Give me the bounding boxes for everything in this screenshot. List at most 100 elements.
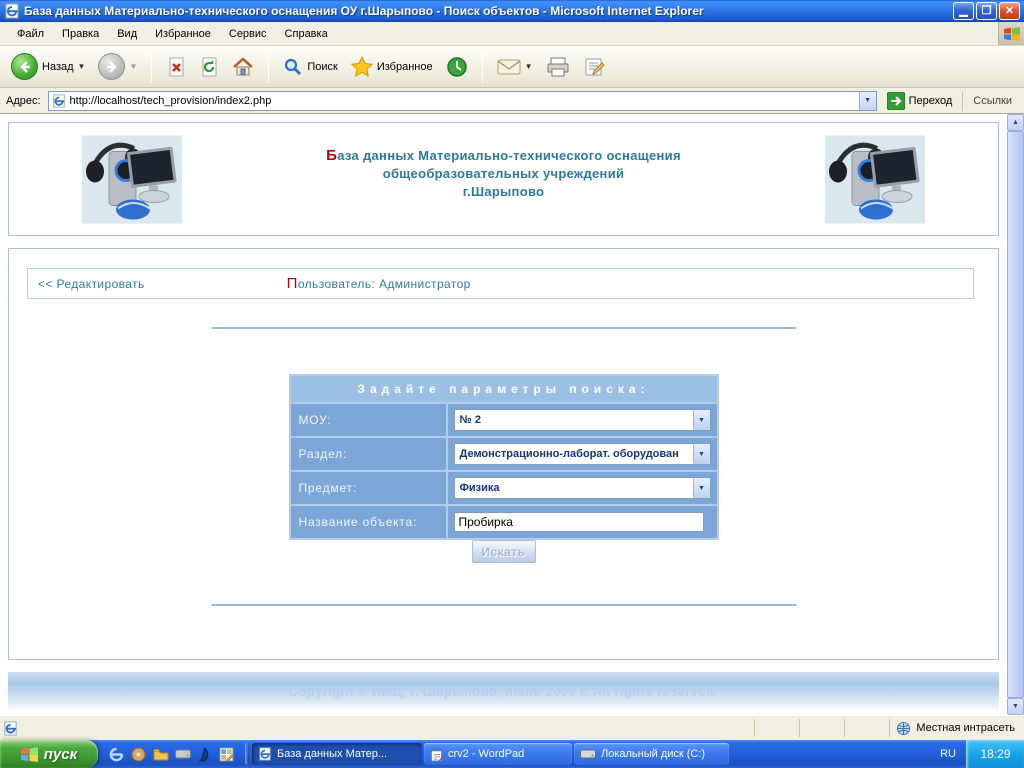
page-icon	[52, 94, 66, 108]
menu-bar: Файл Правка Вид Избранное Сервис Справка	[0, 22, 1024, 46]
razdel-label: Раздел:	[291, 438, 446, 470]
start-label: пуск	[44, 746, 77, 763]
scrollbar-thumb[interactable]	[1007, 131, 1024, 698]
history-icon	[446, 56, 468, 78]
object-name-label: Название объекта:	[291, 506, 446, 538]
page-title-line1: аза данных Материально-технического осна…	[337, 148, 681, 163]
media-cd-icon[interactable]	[130, 746, 147, 763]
chevron-down-icon[interactable]	[693, 478, 710, 498]
app-swoosh-icon[interactable]	[196, 746, 213, 763]
back-dropdown-icon[interactable]: ▼	[78, 62, 86, 71]
search-label: Поиск	[307, 61, 337, 73]
address-input[interactable]: http://localhost/tech_provision/index2.p…	[48, 91, 877, 111]
windows-logo-icon	[998, 22, 1024, 45]
stop-button[interactable]	[163, 54, 189, 80]
back-button[interactable]: Назад ▼	[8, 51, 88, 82]
close-button[interactable]: ✕	[999, 2, 1020, 20]
print-icon	[546, 56, 570, 78]
security-zone-label: Местная интрасеть	[916, 722, 1015, 734]
back-label: Назад	[42, 61, 74, 73]
toolbar-separator	[151, 52, 152, 82]
system-tray: RU 18:29	[930, 740, 1024, 768]
menu-view[interactable]: Вид	[108, 24, 146, 44]
mail-dropdown-icon[interactable]: ▼	[525, 62, 533, 71]
chevron-down-icon[interactable]	[693, 444, 710, 464]
php-editor-icon[interactable]	[218, 746, 235, 763]
windows-flag-icon	[21, 747, 38, 762]
folder-icon[interactable]	[152, 746, 169, 763]
menu-file[interactable]: Файл	[8, 24, 53, 44]
search-form: Задайте параметры поиска: МОУ: № 2 Разде…	[289, 374, 719, 540]
restore-button[interactable]: ❐	[976, 2, 997, 20]
page-title-line3: г.Шарыпово	[463, 184, 545, 199]
go-icon	[887, 92, 905, 110]
status-pane	[754, 719, 799, 737]
menu-help[interactable]: Справка	[276, 24, 337, 44]
forward-button[interactable]: ▼	[95, 51, 140, 82]
refresh-button[interactable]	[196, 54, 222, 80]
favorites-star-icon	[351, 56, 373, 77]
address-label: Адрес:	[4, 95, 43, 107]
language-indicator[interactable]: RU	[930, 748, 966, 760]
search-button[interactable]: Поиск	[280, 55, 340, 79]
forward-dropdown-icon: ▼	[129, 62, 137, 71]
home-icon	[232, 56, 254, 78]
go-button[interactable]: Переход	[882, 91, 958, 111]
object-name-input[interactable]	[454, 512, 704, 532]
edit-icon	[583, 56, 605, 78]
edit-link[interactable]: << Редактировать	[38, 277, 145, 291]
chevron-down-icon[interactable]	[693, 410, 710, 430]
vertical-scrollbar[interactable]: ▲ ▼	[1007, 114, 1024, 715]
window-title: База данных Материально-технического осн…	[24, 4, 953, 18]
razdel-select[interactable]: Демонстрационно-лаборат. оборудован	[454, 443, 711, 465]
status-pane	[844, 719, 889, 737]
status-bar: Местная интрасеть	[0, 715, 1024, 740]
task-button-local-disk[interactable]: Локальный диск (C:)	[574, 743, 729, 765]
start-button[interactable]: пуск	[0, 740, 98, 768]
scroll-up-icon[interactable]: ▲	[1007, 114, 1024, 131]
toolbar-separator	[482, 52, 483, 82]
page-header-box: База данных Материально-технического осн…	[8, 122, 999, 236]
taskbar-clock: 18:29	[966, 740, 1024, 768]
form-row-razdel: Раздел: Демонстрационно-лаборат. оборудо…	[291, 438, 717, 470]
page-content: База данных Материально-технического осн…	[0, 114, 1007, 715]
task-button-wordpad[interactable]: crv2 - WordPad	[424, 743, 572, 765]
favorites-button[interactable]: Избранное	[348, 54, 436, 79]
scroll-down-icon[interactable]: ▼	[1007, 698, 1024, 715]
form-row-object-name: Название объекта:	[291, 506, 717, 538]
search-submit-button[interactable]: Искать	[472, 540, 536, 563]
user-label-initial: П	[287, 275, 298, 292]
address-dropdown-icon[interactable]	[859, 92, 876, 110]
ie-quicklaunch-icon[interactable]	[108, 746, 125, 763]
address-url[interactable]: http://localhost/tech_provision/index2.p…	[70, 95, 859, 107]
wordpad-icon	[430, 747, 443, 762]
browser-viewport: База данных Материально-технического осн…	[0, 114, 1024, 715]
edit-button[interactable]	[580, 54, 608, 80]
predmet-select[interactable]: Физика	[454, 477, 711, 499]
menu-edit[interactable]: Правка	[53, 24, 108, 44]
refresh-icon	[199, 56, 219, 78]
mail-icon	[497, 58, 521, 76]
menu-tools[interactable]: Сервис	[220, 24, 276, 44]
print-button[interactable]	[543, 54, 573, 80]
divider-line	[211, 604, 796, 606]
home-button[interactable]	[229, 54, 257, 80]
computer-illustration	[825, 135, 925, 224]
task-button-database[interactable]: База данных Матер...	[252, 743, 422, 765]
search-form-title: Задайте параметры поиска:	[291, 376, 717, 402]
browser-toolbar: Назад ▼ ▼ Поиск Избранное	[0, 46, 1024, 88]
links-label[interactable]: Ссылки	[962, 91, 1020, 111]
quick-launch	[98, 746, 243, 763]
task-label: Локальный диск (C:)	[601, 748, 705, 760]
mou-select[interactable]: № 2	[454, 409, 711, 431]
menu-favorites[interactable]: Избранное	[146, 24, 220, 44]
ie-task-icon	[258, 747, 272, 761]
page-title: База данных Материально-технического осн…	[199, 147, 808, 201]
taskbar: пуск База данных Матер	[0, 740, 1024, 768]
disk-drive-icon[interactable]	[174, 746, 191, 763]
history-button[interactable]	[443, 54, 471, 80]
predmet-select-value: Физика	[455, 482, 693, 494]
mou-label: МОУ:	[291, 404, 446, 436]
minimize-button[interactable]: ▁	[953, 2, 974, 20]
mail-button[interactable]: ▼	[494, 56, 536, 78]
